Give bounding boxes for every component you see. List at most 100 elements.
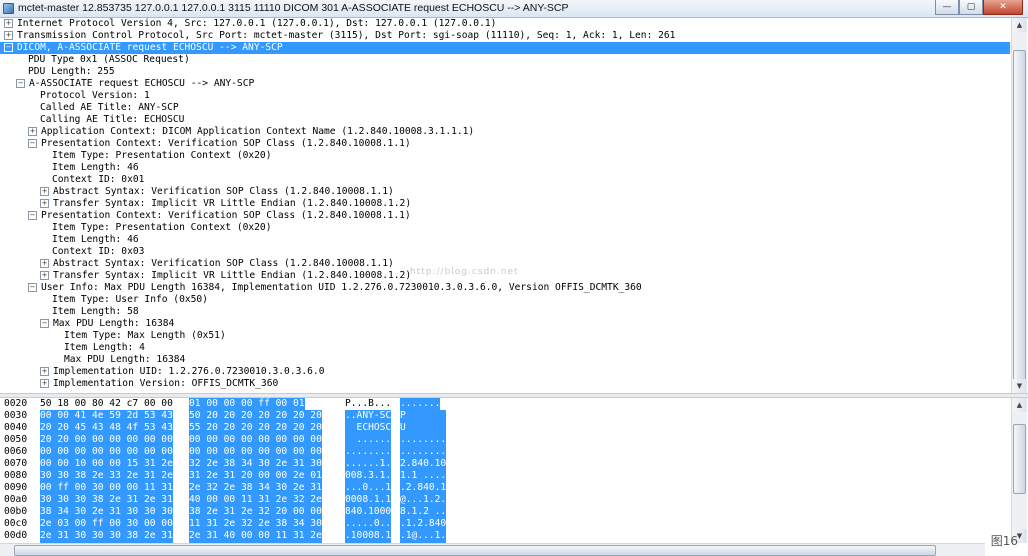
hex-dump-row[interactable]: 00c0 2e 03 00 ff 00 30 00 00 11 31 2e 32 2…: [0, 518, 1010, 530]
expand-icon[interactable]: +: [40, 379, 49, 388]
hex-offset: 00d0: [4, 530, 28, 541]
hex-offset: 0090: [4, 482, 28, 493]
detail-tree-row[interactable]: Item Length: 58: [0, 306, 1010, 318]
detail-tree-row[interactable]: Item Length: 46: [0, 234, 1010, 246]
details-scroll-thumb[interactable]: [1013, 50, 1026, 395]
hex-bytes-first-half: 50 18 00 80 42 c7 00 00: [40, 398, 173, 409]
detail-row-text: A-ASSOCIATE request ECHOSCU --> ANY-SCP: [29, 78, 255, 89]
hex-bytes-second-half: 00 00 00 00 00 00 00 00: [189, 434, 322, 446]
hex-dump-row[interactable]: 0020 50 18 00 80 42 c7 00 00 01 00 00 00 f…: [0, 398, 1010, 410]
packet-details-pane[interactable]: + Internet Protocol Version 4, Src: 127.0…: [0, 18, 1010, 393]
bytes-scroll-thumb[interactable]: [1013, 424, 1026, 494]
detail-tree-row[interactable]: Protocol Version: 1: [0, 90, 1010, 102]
scroll-up-arrow-icon[interactable]: ▲: [1012, 398, 1027, 412]
expand-icon[interactable]: +: [40, 259, 49, 268]
hex-dump-row[interactable]: 0040 20 20 45 43 48 4f 53 43 55 20 20 20 2…: [0, 422, 1010, 434]
detail-tree-row[interactable]: − Max PDU Length: 16384: [0, 318, 1010, 330]
detail-row-text: Item Length: 4: [64, 342, 145, 353]
detail-row-text: Implementation UID: 1.2.276.0.7230010.3.…: [53, 366, 325, 377]
hex-offset: 0060: [4, 446, 28, 457]
detail-tree-row[interactable]: − User Info: Max PDU Length 16384, Implem…: [0, 282, 1010, 294]
hex-dump-row[interactable]: 0060 00 00 00 00 00 00 00 00 00 00 00 00 0…: [0, 446, 1010, 458]
hex-dump-row[interactable]: 00b0 38 34 30 2e 31 30 30 30 38 2e 31 2e 3…: [0, 506, 1010, 518]
collapse-icon[interactable]: −: [40, 319, 49, 328]
hex-bytes-second-half: 40 00 00 11 31 2e 32 2e: [189, 494, 322, 506]
detail-tree-row[interactable]: + Abstract Syntax: Verification SOP Class…: [0, 258, 1010, 270]
hex-dump-row[interactable]: 0080 30 30 38 2e 33 2e 31 2e 31 2e 31 20 0…: [0, 470, 1010, 482]
expand-icon[interactable]: +: [40, 199, 49, 208]
scroll-down-arrow-icon[interactable]: ▼: [1012, 379, 1027, 393]
detail-tree-row[interactable]: Context ID: 0x03: [0, 246, 1010, 258]
app-icon: [3, 3, 14, 14]
expand-icon[interactable]: +: [40, 271, 49, 280]
detail-tree-row[interactable]: Max PDU Length: 16384: [0, 354, 1010, 366]
collapse-icon[interactable]: −: [28, 139, 37, 148]
bytes-horizontal-thumb[interactable]: [14, 545, 936, 556]
scroll-up-arrow-icon[interactable]: ▲: [1012, 18, 1027, 32]
close-button[interactable]: ✕: [983, 0, 1023, 15]
hex-bytes-second-half: 50 20 20 20 20 20 20 20: [189, 410, 322, 422]
hex-dump-row[interactable]: 0050 20 20 00 00 00 00 00 00 00 00 00 00 0…: [0, 434, 1010, 446]
detail-row-text: User Info: Max PDU Length 16384, Impleme…: [41, 282, 642, 293]
collapse-icon[interactable]: −: [4, 43, 13, 52]
bytes-horizontal-scrollbar[interactable]: [0, 543, 985, 556]
detail-tree-row[interactable]: PDU Type 0x1 (ASSOC Request): [0, 54, 1010, 66]
collapse-icon[interactable]: −: [28, 283, 37, 292]
detail-tree-row[interactable]: + Abstract Syntax: Verification SOP Class…: [0, 186, 1010, 198]
detail-row-text: Context ID: 0x01: [52, 174, 145, 185]
hex-dump-row[interactable]: 00d0 2e 31 30 30 30 38 2e 31 2e 31 40 00 0…: [0, 530, 1010, 542]
hex-dump-row[interactable]: 00a0 30 30 30 38 2e 31 2e 31 40 00 00 11 3…: [0, 494, 1010, 506]
maximize-button[interactable]: ▢: [959, 0, 983, 15]
bytes-vertical-scrollbar[interactable]: ▲ ▼: [1011, 398, 1027, 543]
hex-bytes-first-half: 38 34 30 2e 31 30 30 30: [40, 506, 173, 518]
window-controls: — ▢ ✕: [935, 0, 1023, 16]
hex-bytes-first-half: 30 30 38 2e 33 2e 31 2e: [40, 470, 173, 482]
ascii-second-half: U: [400, 422, 447, 434]
expand-icon[interactable]: +: [4, 19, 13, 28]
ascii-second-half: @...1.2.: [400, 494, 447, 506]
collapse-icon[interactable]: −: [16, 79, 25, 88]
ascii-first-half: ..ANY-SC: [345, 410, 392, 422]
collapse-icon[interactable]: −: [28, 211, 37, 220]
hex-bytes-second-half: 38 2e 31 2e 32 20 00 00: [189, 506, 322, 518]
packet-bytes-pane[interactable]: 0020 50 18 00 80 42 c7 00 00 01 00 00 00 f…: [0, 398, 1010, 543]
ascii-second-half: ........: [400, 446, 447, 458]
ascii-second-half: .......: [400, 398, 441, 410]
detail-tree-row[interactable]: − Presentation Context: Verification SOP …: [0, 210, 1010, 222]
detail-tree-row[interactable]: Item Length: 46: [0, 162, 1010, 174]
detail-tree-row[interactable]: + Transfer Syntax: Implicit VR Little End…: [0, 198, 1010, 210]
detail-row-text: Max PDU Length: 16384: [64, 354, 186, 365]
detail-tree-row[interactable]: + Transfer Syntax: Implicit VR Little End…: [0, 270, 1010, 282]
detail-tree-row[interactable]: + Internet Protocol Version 4, Src: 127.0…: [0, 18, 1010, 30]
ascii-first-half: ......1.: [345, 458, 392, 470]
detail-tree-row[interactable]: Item Type: Presentation Context (0x20): [0, 150, 1010, 162]
detail-tree-row[interactable]: PDU Length: 255: [0, 66, 1010, 78]
expand-icon[interactable]: +: [4, 31, 13, 40]
detail-row-text: Item Length: 46: [52, 234, 139, 245]
detail-tree-row[interactable]: − Presentation Context: Verification SOP …: [0, 138, 1010, 150]
expand-icon[interactable]: +: [40, 187, 49, 196]
minimize-button[interactable]: —: [935, 0, 959, 15]
detail-tree-row[interactable]: Called AE Title: ANY-SCP: [0, 102, 1010, 114]
detail-tree-row[interactable]: + Application Context: DICOM Application …: [0, 126, 1010, 138]
window-title-bar[interactable]: mctet-master 12.853735 127.0.0.1 127.0.0…: [0, 0, 1028, 18]
hex-offset: 0070: [4, 458, 28, 469]
expand-icon[interactable]: +: [40, 367, 49, 376]
hex-offset: 0040: [4, 422, 28, 433]
detail-tree-row[interactable]: + Implementation UID: 1.2.276.0.7230010.3…: [0, 366, 1010, 378]
detail-tree-row[interactable]: Item Type: Presentation Context (0x20): [0, 222, 1010, 234]
details-vertical-scrollbar[interactable]: ▲ ▼: [1011, 18, 1027, 395]
hex-dump-row[interactable]: 0070 00 00 10 00 00 15 31 2e 32 2e 38 34 3…: [0, 458, 1010, 470]
hex-dump-row[interactable]: 0030 00 00 41 4e 59 2d 53 43 50 20 20 20 2…: [0, 410, 1010, 422]
detail-tree-row[interactable]: Item Type: User Info (0x50): [0, 294, 1010, 306]
detail-tree-row[interactable]: + Implementation Version: OFFIS_DCMTK_360: [0, 378, 1010, 390]
detail-tree-row[interactable]: Item Type: Max Length (0x51): [0, 330, 1010, 342]
expand-icon[interactable]: +: [28, 127, 37, 136]
detail-tree-row[interactable]: Item Length: 4: [0, 342, 1010, 354]
detail-tree-row[interactable]: + Transmission Control Protocol, Src Port…: [0, 30, 1010, 42]
detail-tree-row[interactable]: Calling AE Title: ECHOSCU: [0, 114, 1010, 126]
detail-tree-row[interactable]: − A-ASSOCIATE request ECHOSCU --> ANY-SCP: [0, 78, 1010, 90]
detail-tree-row[interactable]: − DICOM, A-ASSOCIATE request ECHOSCU --> …: [0, 42, 1010, 54]
hex-dump-row[interactable]: 0090 00 ff 00 30 00 00 11 31 2e 32 2e 38 3…: [0, 482, 1010, 494]
detail-tree-row[interactable]: Context ID: 0x01: [0, 174, 1010, 186]
